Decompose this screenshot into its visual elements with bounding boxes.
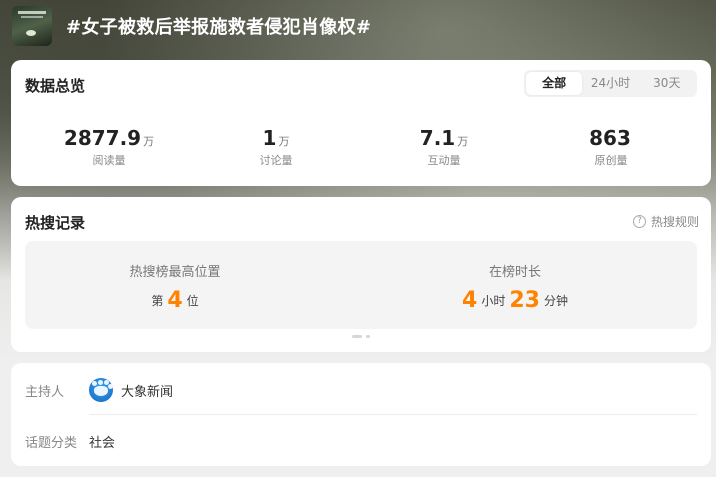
stat-label: 原创量 (594, 154, 628, 167)
topic-info-card: 主持人 大象新闻 话题分类 社会 (11, 363, 711, 466)
stat-unit: 万 (143, 135, 155, 148)
duration-label: 在榜时长 (488, 265, 541, 280)
topic-title: #女子被救后举报施救者侵犯肖像权# (66, 17, 372, 38)
stat-unit: 万 (457, 135, 469, 148)
tab-24h[interactable]: 24小时 (582, 72, 638, 95)
rules-label: 热搜规则 (650, 215, 699, 229)
stat-reads: 2877.9 万 阅读量 (39, 126, 179, 168)
stat-value: 2877.9 (63, 126, 142, 150)
time-range-tabs: 全部 24小时 30天 (524, 70, 697, 97)
data-overview-card: 数据总览 全部 24小时 30天 2877.9 万 阅读量 1万 讨论量 7.1 万… (11, 60, 711, 186)
stat-value: 863 (589, 126, 631, 150)
topic-thumbnail (12, 6, 52, 46)
host-row: 主持人 大象新闻 (25, 375, 697, 405)
duration-hours: 4 (462, 288, 478, 313)
minutes-unit: 分钟 (543, 294, 568, 308)
tab-30d[interactable]: 30天 (639, 72, 695, 95)
best-position: 热搜榜最高位置 第4位 (25, 261, 325, 313)
pager-dot-active[interactable] (352, 335, 362, 338)
stat-value: 7.1 (419, 126, 456, 150)
stat-label: 讨论量 (259, 154, 293, 167)
stat-originals: 863 原创量 (541, 126, 681, 168)
stat-interactions: 7.1 万 互动量 (374, 126, 514, 168)
hot-search-card: 热搜记录 ? 热搜规则 热搜榜最高位置 第4位 在榜时长 4 小时 23 分钟 (11, 197, 711, 352)
on-list-duration: 在榜时长 4 小时 23 分钟 (365, 261, 665, 313)
position-prefix: 第 (151, 294, 164, 308)
overview-title: 数据总览 (25, 77, 86, 95)
topic-header: #女子被救后举报施救者侵犯肖像权# (12, 6, 371, 46)
host-name[interactable]: 大象新闻 (121, 381, 173, 400)
pager-dot[interactable] (366, 335, 370, 338)
hours-unit: 小时 (481, 294, 506, 308)
stat-discussions: 1万 讨论量 (206, 126, 346, 168)
stat-value: 1 (262, 126, 277, 150)
stat-label: 互动量 (427, 154, 461, 167)
hot-search-rules-link[interactable]: ? 热搜规则 (632, 213, 699, 230)
duration-minutes: 23 (509, 288, 540, 313)
category-key: 话题分类 (25, 435, 78, 451)
category-row: 话题分类 社会 (25, 429, 697, 453)
tab-all[interactable]: 全部 (526, 72, 583, 95)
best-position-label: 热搜榜最高位置 (129, 265, 221, 280)
hot-search-title: 热搜记录 (25, 214, 86, 232)
stat-label: 阅读量 (92, 154, 126, 167)
question-icon: ? (632, 215, 646, 228)
host-avatar-icon[interactable] (89, 378, 113, 402)
position-value: 4 (167, 288, 183, 313)
divider (89, 414, 697, 415)
pager-dots[interactable] (352, 335, 370, 338)
stat-unit: 万 (278, 135, 290, 148)
category-value: 社会 (89, 435, 116, 451)
host-key: 主持人 (25, 384, 65, 400)
hot-search-stats-box: 热搜榜最高位置 第4位 在榜时长 4 小时 23 分钟 (25, 241, 697, 329)
position-suffix: 位 (186, 294, 199, 308)
